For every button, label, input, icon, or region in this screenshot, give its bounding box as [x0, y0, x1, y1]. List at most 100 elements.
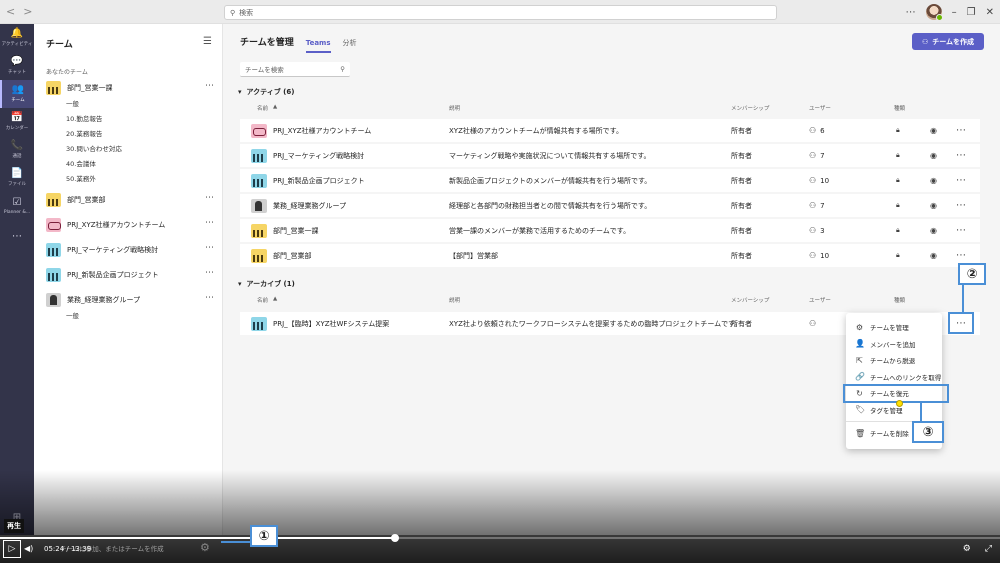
sidebar-channel[interactable]: 20.業務報告	[66, 128, 102, 138]
sidebar-team[interactable]: PRJ_マーケティング戦略検討 ⋯	[46, 242, 216, 258]
planner-icon: ☑	[12, 196, 22, 208]
player-settings-icon[interactable]: ⚙	[963, 544, 971, 554]
team-name: 部門_営業一課	[273, 226, 319, 235]
sort-ascending-icon[interactable]: ▲	[273, 296, 277, 302]
team-name-cell: PRJ_【臨時】XYZ社WFシステム提案	[251, 312, 389, 335]
sidebar-team[interactable]: PRJ_新製品企画プロジェクト ⋯	[46, 267, 216, 283]
rail-item-label: カレンダー	[5, 126, 29, 131]
sidebar-channel[interactable]: 40.会議体	[66, 158, 96, 168]
more-options-icon[interactable]: ⋯	[205, 218, 214, 228]
more-options-icon[interactable]: ⋯	[956, 119, 966, 142]
more-options-icon[interactable]: ⋯	[205, 193, 214, 203]
team-users-count: 3	[820, 226, 825, 235]
column-header-description: 説明	[449, 298, 461, 304]
visibility-eye-icon: ◉	[930, 201, 937, 210]
sidebar-channel[interactable]: 一般	[66, 98, 79, 108]
team-row[interactable]: 部門_営業一課 営業一課のメンバーが業務で活用するためのチームです。 所有者 ⚇ 3 🔒︎…	[240, 219, 980, 242]
rail-item-0[interactable]: 🔔 アクティビティ	[0, 24, 34, 52]
search-icon: ⚲	[340, 65, 345, 73]
teams-list-panel: チーム ☰ あなたのチーム 部門_営業一課 ⋯ 一般 10.勤怠報告 20.業務報告 30…	[34, 24, 223, 540]
active-group-header[interactable]: ▾ アクティブ (6)	[238, 87, 294, 97]
sidebar-team[interactable]: 部門_営業部 ⋯	[46, 192, 216, 208]
more-options-icon[interactable]: ⋯	[956, 144, 966, 167]
team-row[interactable]: PRJ_新製品企画プロジェクト 新製品企画プロジェクトのメンバーが情報共有を行う場…	[240, 169, 980, 192]
rail-item-7[interactable]: ⋯	[0, 224, 34, 252]
more-options-icon[interactable]: ⋯	[205, 81, 214, 91]
sidebar-channel[interactable]: 一般	[66, 310, 79, 320]
team-avatar	[46, 218, 61, 232]
fullscreen-icon[interactable]: ⤢	[985, 544, 992, 554]
play-button[interactable]: ▷	[3, 540, 21, 558]
more-options-icon[interactable]: ⋯	[956, 194, 966, 217]
team-row[interactable]: 部門_営業部 【部門】営業部 所有者 ⚇ 10 🔒︎ ◉ ⋯	[240, 244, 980, 267]
column-header-name[interactable]: 名前	[257, 296, 268, 304]
team-row[interactable]: PRJ_マーケティング戦略検討 マーケティング戦略や実施状況について情報共有する場…	[240, 144, 980, 167]
minimize-icon[interactable]: –	[952, 7, 957, 18]
team-users-count: 10	[820, 251, 830, 260]
users-icon: ⚇	[809, 126, 817, 135]
archive-group-header[interactable]: ▾ アーカイブ (1)	[238, 279, 295, 289]
sidebar-team[interactable]: PRJ_XYZ社様アカウントチーム ⋯	[46, 217, 216, 233]
menu-item-leave[interactable]: ⇱ チームから脱退	[846, 352, 942, 369]
menu-item-tag[interactable]: 🏷 タグを管理	[846, 402, 942, 419]
volume-icon[interactable]: ◀)	[24, 544, 33, 553]
rail-item-2[interactable]: 👥 チーム	[0, 80, 34, 108]
forward-arrow-icon[interactable]: >	[23, 5, 32, 18]
menu-item-add-member[interactable]: 👤 メンバーを追加	[846, 336, 942, 353]
search-icon: ⚲	[230, 8, 236, 17]
rail-item-1[interactable]: 💬 チャット	[0, 52, 34, 80]
team-users-cell: ⚇ 10	[809, 169, 829, 192]
tab-teams[interactable]: Teams	[305, 39, 331, 53]
users-icon: ⚇	[809, 226, 817, 235]
menu-item-link[interactable]: 🔗 チームへのリンクを取得	[846, 369, 942, 386]
more-options-icon[interactable]: ⋯	[956, 219, 966, 242]
seek-bar[interactable]	[0, 534, 1000, 542]
team-row[interactable]: 業務_経理業務グループ 経理部と各部門の財務担当者との間で情報共有を行う場所です。…	[240, 194, 980, 217]
more-options-icon[interactable]: ⋯	[956, 169, 966, 192]
rail-item-label: チャット	[8, 70, 26, 75]
back-arrow-icon[interactable]: <	[6, 5, 15, 18]
user-avatar[interactable]	[925, 4, 943, 21]
sidebar-team-name: 部門_営業部	[67, 196, 106, 204]
more-options-icon[interactable]: ⋯	[205, 268, 214, 278]
link-icon: 🔗	[855, 372, 865, 382]
leave-icon: ⇱	[856, 355, 863, 365]
rail-item-5[interactable]: 📄 ファイル	[0, 164, 34, 192]
team-users-count: 10	[820, 176, 830, 185]
more-options-icon[interactable]: ⋯	[205, 243, 214, 253]
sort-ascending-icon[interactable]: ▲	[273, 104, 277, 110]
sidebar-team[interactable]: 業務_経理業務グループ ⋯	[46, 292, 216, 308]
rail-item-3[interactable]: 📅 カレンダー	[0, 108, 34, 136]
team-avatar	[251, 198, 267, 213]
seek-handle[interactable]	[391, 534, 399, 542]
more-options-icon[interactable]: ⋯	[906, 7, 916, 18]
team-search-input[interactable]: チームを検索 ⚲	[240, 62, 350, 77]
phone-icon: 📞	[10, 140, 24, 151]
callout-2: ②	[958, 263, 986, 285]
filter-icon[interactable]: ☰	[203, 36, 212, 47]
calendar-icon: 📅	[10, 112, 24, 123]
menu-item-label: メンバーを追加	[870, 340, 916, 349]
sidebar-channel[interactable]: 10.勤怠報告	[66, 113, 102, 123]
sidebar-channel[interactable]: 30.問い合わせ対応	[66, 143, 122, 153]
team-row[interactable]: PRJ_XYZ社様アカウントチーム XYZ社様のアカウントチームが情報共有する場所…	[240, 119, 980, 142]
create-team-button[interactable]: ⚇ チームを作成	[912, 33, 984, 50]
column-header-name[interactable]: 名前	[257, 104, 268, 112]
menu-item-gear[interactable]: ⚙ チームを管理	[846, 319, 942, 336]
team-description: 経理部と各部門の財務担当者との間で情報共有を行う場所です。	[449, 201, 652, 210]
team-description: マーケティング戦略や実施状況について情報共有する場所です。	[449, 151, 651, 160]
sidebar-team-name: PRJ_新製品企画プロジェクト	[67, 271, 159, 279]
sidebar-team[interactable]: 部門_営業一課 ⋯	[46, 80, 216, 96]
maximize-icon[interactable]: ❐	[967, 7, 976, 18]
rail-item-4[interactable]: 📞 通話	[0, 136, 34, 164]
tab-analytics[interactable]: 分析	[343, 38, 357, 48]
sidebar-channel[interactable]: 50.業務外	[66, 173, 96, 183]
caret-down-icon: ▾	[238, 280, 242, 288]
global-search-input[interactable]: ⚲ 検索	[224, 5, 777, 20]
settings-gear-icon[interactable]: ⚙	[200, 541, 210, 554]
column-header-type: 種類	[894, 106, 906, 112]
more-options-icon[interactable]: ⋯	[205, 293, 214, 303]
team-name: PRJ_【臨時】XYZ社WFシステム提案	[273, 319, 390, 328]
close-icon[interactable]: ✕	[986, 7, 994, 18]
rail-item-6[interactable]: ☑ Planner &...	[0, 192, 34, 220]
